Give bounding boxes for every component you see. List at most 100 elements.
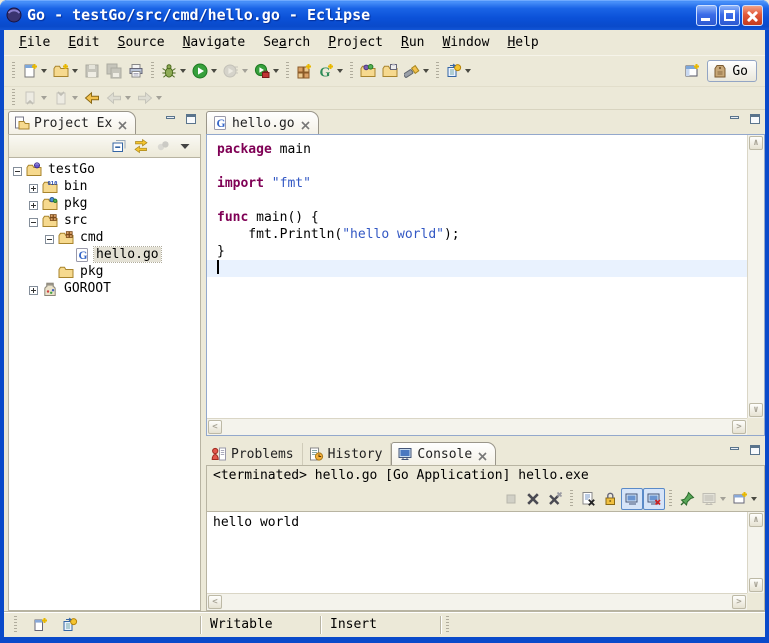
remove-all-terminated-button[interactable] xyxy=(544,488,566,510)
open-perspective-button[interactable] xyxy=(681,60,703,82)
scroll-up-icon[interactable]: ∧ xyxy=(749,136,763,150)
go-toggle-button[interactable] xyxy=(59,614,81,636)
editor-horizontal-scrollbar[interactable]: < > xyxy=(207,418,747,435)
external-tools-button[interactable] xyxy=(251,60,282,82)
previous-annotation-dropdown-icon[interactable] xyxy=(72,96,78,100)
run-dropdown-icon[interactable] xyxy=(211,69,217,73)
minimize-view-button[interactable] xyxy=(163,113,179,127)
close-tab-icon[interactable] xyxy=(478,450,487,459)
close-editor-tab-icon[interactable] xyxy=(301,119,310,128)
menu-item-source[interactable]: Source xyxy=(109,32,174,53)
next-annotation-dropdown-icon[interactable] xyxy=(41,96,47,100)
open-go-package-button[interactable] xyxy=(379,60,401,82)
code-line-4[interactable] xyxy=(217,192,747,209)
maximize-button[interactable] xyxy=(719,5,740,26)
search-dropdown-icon[interactable] xyxy=(423,69,429,73)
back-button[interactable] xyxy=(103,87,134,109)
fast-view-button[interactable] xyxy=(29,614,51,636)
tree-item-testgo[interactable]: testGo xyxy=(13,161,200,178)
filter-button[interactable] xyxy=(152,135,174,157)
menu-item-run[interactable]: Run xyxy=(392,32,433,53)
new-menu-button[interactable] xyxy=(50,60,81,82)
code-line-2[interactable] xyxy=(217,158,747,175)
tree-item-bin[interactable]: 010bin xyxy=(13,178,200,195)
code-line-7[interactable]: } xyxy=(217,243,747,260)
new-wizard-button[interactable] xyxy=(19,60,50,82)
new-go-project-button[interactable] xyxy=(293,60,315,82)
menu-item-file[interactable]: File xyxy=(10,32,59,53)
console-area-tab-problems[interactable]: Problems xyxy=(206,443,303,465)
run-history-dropdown-icon[interactable] xyxy=(242,69,248,73)
collapse-all-button[interactable] xyxy=(108,135,130,157)
last-edit-location-button[interactable] xyxy=(81,87,103,109)
maximize-editor-button[interactable] xyxy=(747,113,763,127)
code-line-8[interactable] xyxy=(207,260,747,277)
new-go-element-button[interactable]: G xyxy=(315,60,346,82)
scroll-down-icon[interactable]: ∨ xyxy=(749,403,763,417)
debug-button[interactable] xyxy=(158,60,189,82)
go-perspective-button[interactable]: Go xyxy=(707,60,757,82)
code-line-1[interactable]: package main xyxy=(217,141,747,158)
run-button[interactable] xyxy=(189,60,220,82)
minimize-console-button[interactable] xyxy=(727,444,743,458)
import-go-package-button[interactable] xyxy=(357,60,379,82)
menu-item-search[interactable]: Search xyxy=(254,32,319,53)
clear-console-button[interactable] xyxy=(577,488,599,510)
console-area-tab-console[interactable]: Console xyxy=(391,442,496,465)
remove-launch-button[interactable] xyxy=(522,488,544,510)
tree-item-goroot[interactable]: GOROOT xyxy=(13,280,200,297)
show-stdout-button[interactable] xyxy=(621,488,643,510)
scroll-lock-button[interactable] xyxy=(599,488,621,510)
external-tools-dropdown-icon[interactable] xyxy=(273,69,279,73)
new-menu-dropdown-icon[interactable] xyxy=(72,69,78,73)
maximize-console-button[interactable] xyxy=(747,444,763,458)
go-toggle-button[interactable] xyxy=(443,60,474,82)
show-stderr-button[interactable] xyxy=(643,488,665,510)
scroll-left-icon[interactable]: < xyxy=(208,420,222,434)
close-button[interactable] xyxy=(742,5,763,26)
code-line-6[interactable]: fmt.Println("hello world"); xyxy=(217,226,747,243)
display-selected-console-button[interactable] xyxy=(698,488,729,510)
menu-item-help[interactable]: Help xyxy=(498,32,547,53)
close-view-icon[interactable] xyxy=(118,119,127,128)
code-line-3[interactable]: import "fmt" xyxy=(217,175,747,192)
code-editor[interactable]: package main import "fmt" func main() { fm… xyxy=(207,135,747,418)
scroll-left-icon[interactable]: < xyxy=(208,595,222,609)
tree-item-src[interactable]: src xyxy=(13,212,200,229)
tree-item-cmd[interactable]: cmd xyxy=(13,229,200,246)
new-wizard-dropdown-icon[interactable] xyxy=(41,69,47,73)
view-menu-button[interactable] xyxy=(174,135,196,157)
menu-item-edit[interactable]: Edit xyxy=(59,32,108,53)
go-toggle-dropdown-icon[interactable] xyxy=(465,69,471,73)
tree-item-hello-go[interactable]: Ghello.go xyxy=(13,246,200,263)
tree-collapse-icon[interactable] xyxy=(13,165,22,174)
tree-expand-icon[interactable] xyxy=(29,284,38,293)
minimize-editor-button[interactable] xyxy=(727,113,743,127)
project-explorer-tab[interactable]: Project Ex xyxy=(8,111,136,134)
editor-tab-hello-go[interactable]: G hello.go xyxy=(206,111,319,134)
save-button[interactable] xyxy=(81,60,103,82)
pin-console-button[interactable] xyxy=(676,488,698,510)
terminate-button[interactable] xyxy=(500,488,522,510)
menu-item-window[interactable]: Window xyxy=(433,32,498,53)
search-button[interactable] xyxy=(401,60,432,82)
tree-collapse-icon[interactable] xyxy=(29,216,38,225)
new-go-element-dropdown-icon[interactable] xyxy=(337,69,343,73)
display-selected-console-dropdown-icon[interactable] xyxy=(720,497,726,501)
previous-annotation-button[interactable] xyxy=(50,87,81,109)
title-bar[interactable]: Go - testGo/src/cmd/hello.go - Eclipse xyxy=(0,0,769,30)
minimize-button[interactable] xyxy=(696,5,717,26)
menu-item-project[interactable]: Project xyxy=(319,32,392,53)
debug-dropdown-icon[interactable] xyxy=(180,69,186,73)
scroll-up-icon[interactable]: ∧ xyxy=(749,513,763,527)
scroll-right-icon[interactable]: > xyxy=(732,420,746,434)
maximize-view-button[interactable] xyxy=(183,113,199,127)
console-output[interactable]: hello world xyxy=(207,512,747,593)
code-line-5[interactable]: func main() { xyxy=(217,209,747,226)
forward-dropdown-icon[interactable] xyxy=(156,96,162,100)
console-vertical-scrollbar[interactable]: ∧ ∨ xyxy=(747,512,764,593)
forward-button[interactable] xyxy=(134,87,165,109)
save-all-button[interactable] xyxy=(103,60,125,82)
tree-expand-icon[interactable] xyxy=(29,199,38,208)
tree-item-pkg[interactable]: pkg xyxy=(13,263,200,280)
